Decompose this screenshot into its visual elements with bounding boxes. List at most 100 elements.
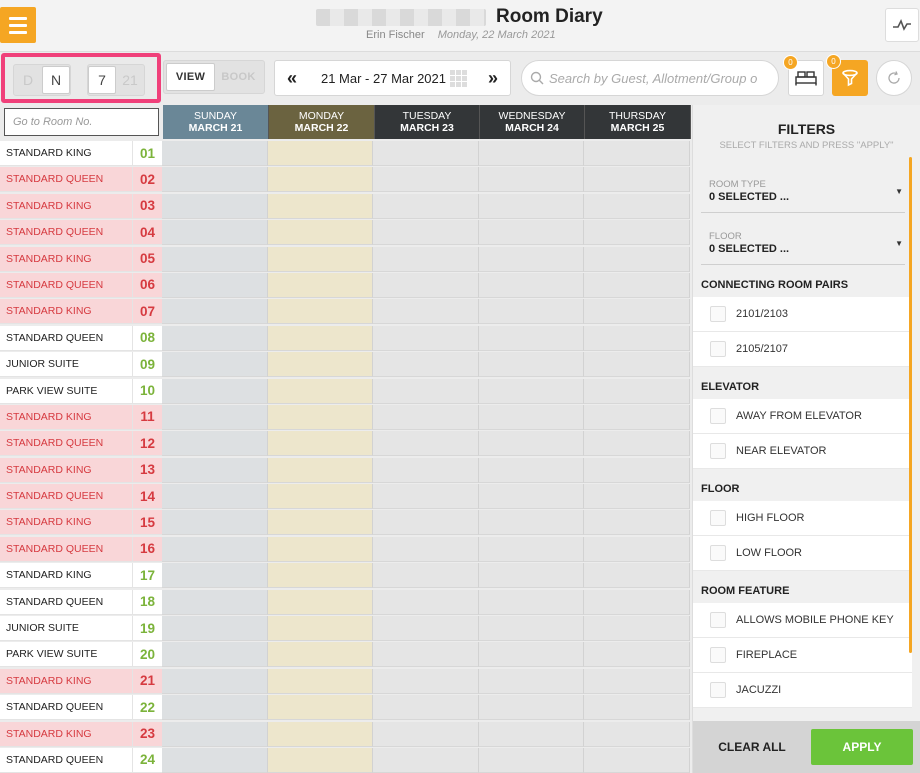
diary-cell[interactable] [584,404,690,430]
room-number[interactable]: 20 [132,642,162,668]
room-row[interactable]: STANDARD QUEEN 16 [0,536,691,563]
room-number[interactable]: 06 [132,272,162,298]
diary-cell[interactable] [267,141,373,166]
diary-cell[interactable] [373,325,479,351]
room-row[interactable]: STANDARD KING 23 [0,721,691,748]
room-row[interactable]: PARK VIEW SUITE 10 [0,378,691,405]
diary-cell[interactable] [373,721,479,747]
filter-option[interactable]: ALLOWS MOBILE PHONE KEY [693,603,912,638]
diary-cell[interactable] [373,510,479,536]
diary-cell[interactable] [373,246,479,272]
diary-cell[interactable] [267,536,373,562]
room-row[interactable]: STANDARD QUEEN 02 [0,167,691,193]
diary-cell[interactable] [267,642,373,668]
room-row[interactable]: STANDARD KING 05 [0,246,691,273]
trend-button[interactable] [885,8,919,42]
checkbox[interactable] [710,510,726,526]
diary-cell[interactable] [584,325,690,351]
day-night-toggle[interactable]: D N [13,64,71,96]
diary-cell[interactable] [267,431,373,457]
diary-cell[interactable] [267,747,373,773]
diary-cell[interactable] [478,193,584,219]
diary-cell[interactable] [584,721,690,747]
diary-cell[interactable] [162,325,268,351]
room-number[interactable]: 10 [132,378,162,404]
filter-button[interactable]: 0 [826,54,868,96]
mode-n-option[interactable]: N [42,66,70,94]
diary-cell[interactable] [584,193,690,219]
diary-cell[interactable] [267,721,373,747]
room-row[interactable]: STANDARD QUEEN 24 [0,747,691,773]
refresh-button[interactable] [876,60,912,96]
room-number[interactable]: 22 [132,695,162,721]
diary-cell[interactable] [584,220,690,246]
room-row[interactable]: STANDARD KING 13 [0,457,691,484]
diary-cell[interactable] [478,457,584,483]
checkbox[interactable] [710,443,726,459]
diary-cell[interactable] [373,352,479,378]
room-status-button[interactable]: 0 [783,55,824,96]
days-21-option[interactable]: 21 [116,66,144,94]
day-header-sunday[interactable]: SUNDAY MARCH 21 [163,105,269,139]
diary-cell[interactable] [373,642,479,668]
diary-cell[interactable] [162,246,268,272]
diary-cell[interactable] [373,589,479,615]
room-number[interactable]: 13 [132,457,162,483]
diary-cell[interactable] [162,484,268,510]
diary-cell[interactable] [267,510,373,536]
filter-option[interactable]: NEAR ELEVATOR [693,434,912,469]
room-number[interactable]: 19 [132,616,162,642]
diary-cell[interactable] [373,299,479,325]
diary-cell[interactable] [373,668,479,694]
filter-option[interactable]: FIREPLACE [693,638,912,673]
room-row[interactable]: STANDARD QUEEN 14 [0,484,691,510]
diary-cell[interactable] [162,721,268,747]
diary-cell[interactable] [267,668,373,694]
checkbox[interactable] [710,647,726,663]
room-number[interactable]: 02 [132,167,162,193]
room-row[interactable]: STANDARD QUEEN 12 [0,431,691,457]
diary-cell[interactable] [478,510,584,536]
room-row[interactable]: JUNIOR SUITE 19 [0,616,691,642]
room-number[interactable]: 05 [132,246,162,272]
room-row[interactable]: STANDARD KING 21 [0,668,691,695]
diary-cell[interactable] [478,589,584,615]
diary-cell[interactable] [584,431,690,457]
room-number[interactable]: 16 [132,536,162,562]
day-header-wednesday[interactable]: WEDNESDAY MARCH 24 [480,105,585,139]
diary-cell[interactable] [584,141,690,166]
diary-cell[interactable] [267,484,373,510]
diary-cell[interactable] [584,484,690,510]
checkbox[interactable] [710,306,726,322]
diary-cell[interactable] [478,484,584,510]
diary-cell[interactable] [478,299,584,325]
diary-cell[interactable] [584,378,690,404]
diary-cell[interactable] [584,167,690,193]
diary-cell[interactable] [267,220,373,246]
diary-cell[interactable] [162,510,268,536]
room-number[interactable]: 09 [132,352,162,378]
room-row[interactable]: STANDARD QUEEN 22 [0,695,691,721]
diary-cell[interactable] [162,141,268,166]
room-row[interactable]: STANDARD KING 03 [0,193,691,220]
checkbox[interactable] [710,341,726,357]
filters-scroll-area[interactable]: ROOM TYPE 0 SELECTED ... ▼ FLOOR 0 SELEC… [693,167,912,719]
diary-cell[interactable] [162,431,268,457]
diary-cell[interactable] [162,668,268,694]
diary-cell[interactable] [162,352,268,378]
diary-cell[interactable] [267,378,373,404]
view-book-toggle[interactable]: VIEW BOOK [163,60,265,94]
room-number[interactable]: 24 [132,747,162,773]
diary-cell[interactable] [584,589,690,615]
room-number[interactable]: 23 [132,721,162,747]
diary-cell[interactable] [373,616,479,642]
diary-cell[interactable] [373,404,479,430]
filter-option[interactable]: HIGH FLOOR [693,501,912,536]
diary-cell[interactable] [267,352,373,378]
diary-cell[interactable] [584,695,690,721]
diary-cell[interactable] [162,167,268,193]
diary-cell[interactable] [584,642,690,668]
diary-cell[interactable] [267,695,373,721]
days-7-option[interactable]: 7 [88,66,116,94]
room-number[interactable]: 08 [132,325,162,351]
